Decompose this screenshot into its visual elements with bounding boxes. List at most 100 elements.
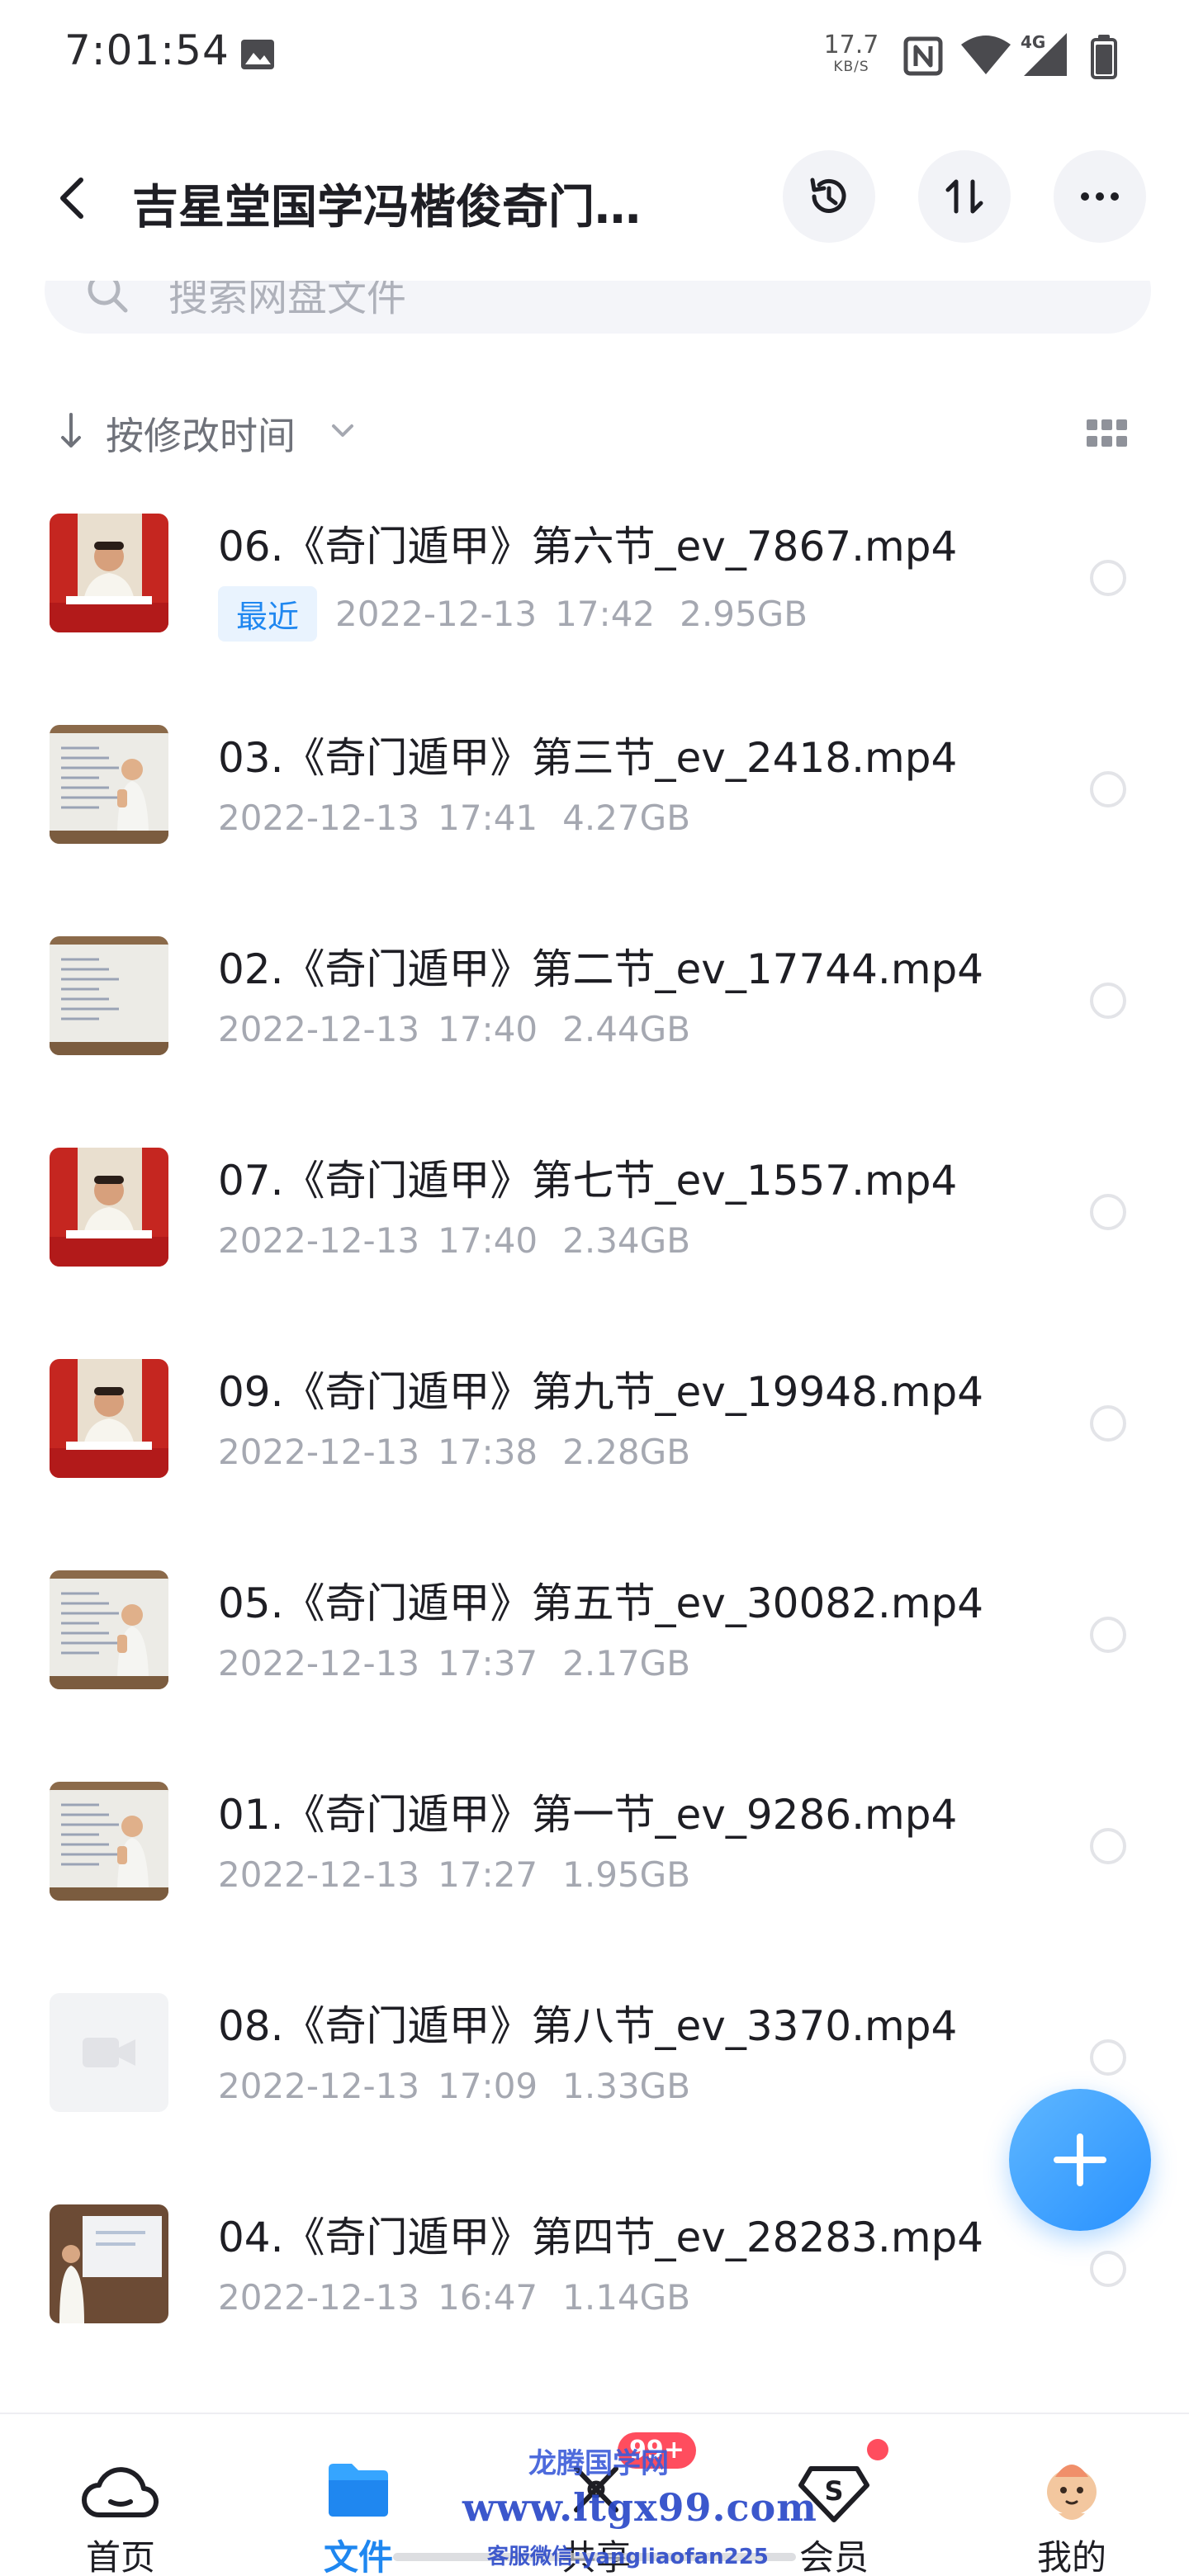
select-radio[interactable] xyxy=(1090,771,1126,807)
nav-files[interactable]: 文件 xyxy=(268,2414,449,2576)
file-name: 03.《奇门遁甲》第三节_ev_2418.mp4 xyxy=(218,734,958,782)
arrow-down-icon xyxy=(61,413,81,447)
folder-icon xyxy=(329,2464,388,2517)
file-list-item[interactable]: 04.《奇门遁甲》第四节_ev_28283.mp4 2022-12-13 16:47… xyxy=(0,2175,1189,2386)
file-meta: 2022-12-13 17:40 2.44GB xyxy=(218,1009,690,1049)
status-bar: 7:01:54 17.7 KB/S 4G xyxy=(0,0,1189,116)
file-meta: 2022-12-13 17:09 1.33GB xyxy=(218,2066,690,2106)
file-name: 04.《奇门遁甲》第四节_ev_28283.mp4 xyxy=(218,2214,984,2261)
file-size: 2.95GB xyxy=(680,594,808,634)
svg-text:S: S xyxy=(824,2475,843,2507)
file-list-item[interactable]: 06.《奇门遁甲》第六节_ev_7867.mp4 最近 2022-12-13 17:4… xyxy=(0,484,1189,695)
avatar-icon xyxy=(1047,2465,1097,2520)
plus-icon xyxy=(1054,2133,1106,2186)
select-radio[interactable] xyxy=(1090,560,1126,596)
select-radio[interactable] xyxy=(1090,983,1126,1019)
file-list-item[interactable]: 05.《奇门遁甲》第五节_ev_30082.mp4 2022-12-13 17:37… xyxy=(0,1541,1189,1752)
file-name: 07.《奇门遁甲》第七节_ev_1557.mp4 xyxy=(218,1157,958,1205)
cellular-4g-icon: 4G xyxy=(1021,32,1067,76)
file-size: 2.28GB xyxy=(562,1432,691,1472)
net-speed-value: 17.7 xyxy=(823,31,879,59)
select-radio[interactable] xyxy=(1090,2039,1126,2076)
file-date: 2022-12-13 xyxy=(218,1854,420,1895)
image-notification-icon xyxy=(241,40,274,69)
video-thumbnail xyxy=(50,2204,168,2323)
file-time: 17:40 xyxy=(438,1220,538,1261)
page-title: 吉星堂国学冯楷俊奇门… xyxy=(132,181,641,234)
sort-row: 按修改时间 xyxy=(0,396,1189,462)
sort-by-modified-button[interactable]: 按修改时间 xyxy=(106,406,296,461)
file-meta: 2022-12-13 17:37 2.17GB xyxy=(218,1643,690,1683)
file-name: 05.《奇门遁甲》第五节_ev_30082.mp4 xyxy=(218,1579,984,1627)
file-date: 2022-12-13 xyxy=(218,1643,420,1683)
select-radio[interactable] xyxy=(1090,1828,1126,1864)
back-button[interactable] xyxy=(50,173,99,223)
file-date: 2022-12-13 xyxy=(218,798,420,838)
wifi-icon xyxy=(961,36,1011,74)
watermark-logo: 龙腾国学网 xyxy=(528,2447,669,2480)
select-radio[interactable] xyxy=(1090,2251,1126,2287)
file-size: 1.33GB xyxy=(562,2066,691,2106)
battery-icon xyxy=(1091,35,1117,79)
video-thumbnail xyxy=(50,936,168,1055)
file-size: 2.34GB xyxy=(562,1220,691,1261)
nav-home[interactable]: 首页 xyxy=(30,2414,211,2576)
file-date: 2022-12-13 xyxy=(218,2066,420,2106)
video-placeholder-icon xyxy=(50,1993,168,2112)
more-button[interactable] xyxy=(1054,150,1146,243)
sort-icon xyxy=(945,179,983,214)
file-name: 01.《奇门遁甲》第一节_ev_9286.mp4 xyxy=(218,1791,958,1839)
video-thumbnail xyxy=(50,725,168,844)
watermark-url: www.ltgx99.com xyxy=(462,2485,817,2530)
file-time: 17:38 xyxy=(438,1432,538,1472)
vip-notification-dot xyxy=(867,2439,888,2460)
file-list-item[interactable]: 09.《奇门遁甲》第九节_ev_19948.mp4 2022-12-13 17:38… xyxy=(0,1329,1189,1541)
file-list-item[interactable]: 02.《奇门遁甲》第二节_ev_17744.mp4 2022-12-13 17:40… xyxy=(0,907,1189,1118)
nav-profile[interactable]: 我的 xyxy=(981,2414,1163,2576)
video-thumbnail xyxy=(50,1570,168,1689)
file-date: 2022-12-13 xyxy=(218,1432,420,1472)
file-time: 17:41 xyxy=(438,798,538,838)
file-size: 2.44GB xyxy=(562,1009,691,1049)
header-bar: 吉星堂国学冯楷俊奇门… xyxy=(0,132,1189,264)
file-list-item[interactable]: 03.《奇门遁甲》第三节_ev_2418.mp4 2022-12-13 17:41 4… xyxy=(0,695,1189,907)
more-icon xyxy=(1081,192,1119,201)
grid-view-icon[interactable] xyxy=(1087,419,1128,447)
file-time: 17:09 xyxy=(438,2066,538,2106)
nav-home-label: 首页 xyxy=(85,2537,155,2576)
file-name: 02.《奇门遁甲》第二节_ev_17744.mp4 xyxy=(218,945,984,993)
file-time: 16:47 xyxy=(438,2277,538,2318)
select-radio[interactable] xyxy=(1090,1617,1126,1653)
header-mask xyxy=(0,248,1189,281)
chevron-down-icon[interactable] xyxy=(329,421,357,441)
video-thumbnail xyxy=(50,514,168,632)
file-meta: 2022-12-13 17:41 4.27GB xyxy=(218,798,690,838)
nfc-icon xyxy=(903,36,943,76)
status-time: 7:01:54 xyxy=(64,26,230,74)
file-time: 17:40 xyxy=(438,1009,538,1049)
file-list-item[interactable]: 07.《奇门遁甲》第七节_ev_1557.mp4 2022-12-13 17:40 2… xyxy=(0,1118,1189,1329)
watermark-contact: 客服微信:yangliaofan225 xyxy=(487,2545,769,2569)
file-size: 2.17GB xyxy=(562,1643,691,1683)
cloud-home-icon xyxy=(82,2467,159,2518)
file-date: 2022-12-13 xyxy=(218,1009,420,1049)
history-button[interactable] xyxy=(783,150,875,243)
sort-order-button[interactable] xyxy=(918,150,1011,243)
file-name: 06.《奇门遁甲》第六节_ev_7867.mp4 xyxy=(218,523,958,571)
file-date: 2022-12-13 xyxy=(218,2277,420,2318)
file-meta: 2022-12-13 17:38 2.28GB xyxy=(218,1432,690,1472)
file-date: 2022-12-13 xyxy=(335,594,538,634)
file-time: 17:42 xyxy=(555,594,656,634)
file-list-item[interactable]: 01.《奇门遁甲》第一节_ev_9286.mp4 2022-12-13 17:27 1… xyxy=(0,1752,1189,1963)
file-time: 17:27 xyxy=(438,1854,538,1895)
nav-profile-label: 我的 xyxy=(1036,2537,1106,2576)
file-time: 17:37 xyxy=(438,1643,538,1683)
add-button[interactable] xyxy=(1009,2089,1151,2231)
net-speed-unit: KB/S xyxy=(833,59,869,75)
network-type: 4G xyxy=(1021,32,1045,52)
select-radio[interactable] xyxy=(1090,1405,1126,1442)
recent-badge: 最近 xyxy=(218,586,318,642)
select-radio[interactable] xyxy=(1090,1194,1126,1230)
file-size: 4.27GB xyxy=(562,798,691,838)
file-date: 2022-12-13 xyxy=(218,1220,420,1261)
